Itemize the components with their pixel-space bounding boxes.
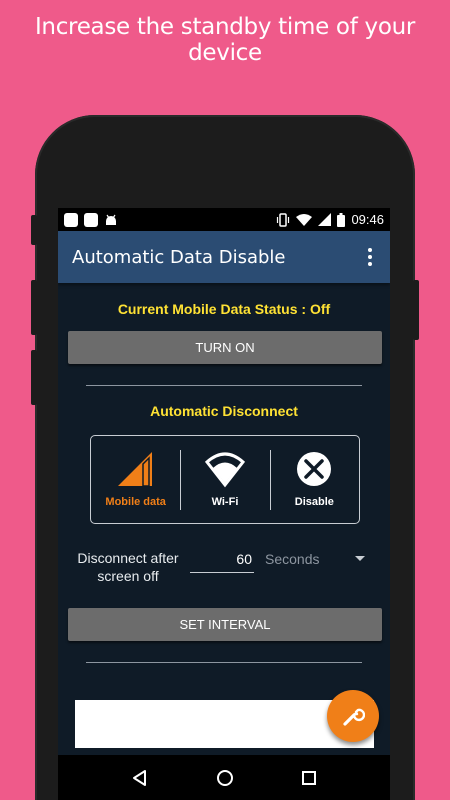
home-icon[interactable]: [216, 769, 234, 787]
interval-input[interactable]: 60: [190, 549, 254, 573]
app-bar: Automatic Data Disable: [58, 231, 390, 283]
mode-disable[interactable]: Disable: [269, 436, 359, 523]
wifi-icon: [204, 452, 245, 488]
android-icon: [106, 214, 116, 225]
notification-app-icon: [84, 212, 98, 227]
mode-label: Mobile data: [105, 496, 166, 508]
nav-bar: [58, 755, 390, 800]
interval-label: Disconnect after screen off: [77, 550, 179, 584]
phone-side-button: [31, 280, 37, 335]
divider: [86, 385, 362, 386]
settings-fab[interactable]: [327, 690, 379, 742]
interval-unit-value: Seconds: [265, 551, 320, 567]
app-title: Automatic Data Disable: [72, 246, 286, 268]
signal-icon: [117, 452, 152, 487]
disconnect-mode-selector: Mobile data Wi-Fi Disable: [90, 435, 360, 524]
notification-app-icon: [64, 212, 78, 227]
wrench-icon: [343, 708, 365, 726]
overflow-menu-icon[interactable]: [364, 244, 376, 270]
interval-unit-select[interactable]: Seconds: [265, 549, 365, 569]
wifi-status-icon: [296, 213, 313, 226]
mode-wifi[interactable]: Wi-Fi: [180, 436, 269, 523]
divider: [86, 662, 362, 663]
main-content: Current Mobile Data Status : Off TURN ON…: [58, 283, 390, 771]
cell-signal-icon: [318, 213, 332, 226]
chevron-down-icon: [355, 556, 365, 561]
back-icon[interactable]: [131, 769, 149, 787]
mode-label: Wi-Fi: [211, 496, 239, 508]
battery-icon: [337, 212, 346, 227]
phone-screen: 09:46 Automatic Data Disable Current Mob…: [58, 208, 390, 800]
mode-label: Disable: [294, 496, 334, 508]
section-title: Automatic Disconnect: [150, 403, 298, 419]
clock: 09:46: [351, 212, 384, 227]
phone-side-button: [31, 350, 37, 405]
phone-side-button: [31, 215, 37, 245]
mobile-data-status: Current Mobile Data Status : Off: [117, 301, 331, 317]
set-interval-button[interactable]: SET INTERVAL: [68, 608, 382, 641]
vibrate-icon: [277, 212, 290, 227]
status-bar: 09:46: [58, 208, 390, 231]
recents-icon[interactable]: [301, 770, 317, 786]
close-circle-icon: [297, 452, 332, 486]
phone-side-button: [413, 280, 419, 340]
mode-mobile-data[interactable]: Mobile data: [91, 436, 180, 523]
promo-headline: Increase the standby time of your device: [34, 14, 416, 66]
turn-on-button[interactable]: TURN ON: [68, 331, 382, 364]
